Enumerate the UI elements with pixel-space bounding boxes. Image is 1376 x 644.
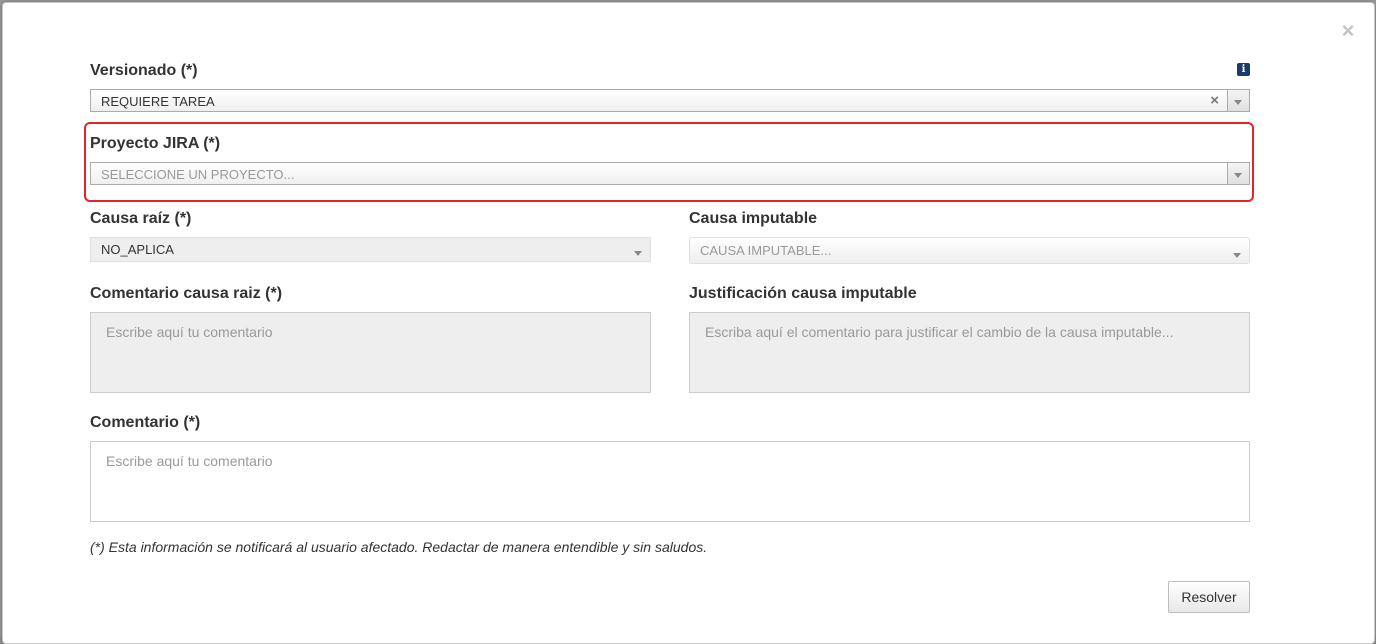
comentario-causa-raiz-textarea[interactable]: Escribe aquí tu comentario: [90, 312, 651, 393]
justificacion-placeholder: Escriba aquí el comentario para justific…: [705, 324, 1174, 340]
causa-raiz-select[interactable]: NO_APLICA: [90, 237, 651, 262]
proyecto-jira-label: Proyecto JIRA (*): [90, 135, 221, 152]
comentario-placeholder: Escribe aquí tu comentario: [106, 453, 273, 469]
causa-imputable-label: Causa imputable: [689, 210, 818, 227]
chevron-down-icon: [1234, 173, 1242, 178]
close-icon[interactable]: ×: [1339, 20, 1357, 42]
versionado-select[interactable]: REQUIERE TAREA ×: [90, 89, 1250, 112]
causa-raiz-label: Causa raíz (*): [90, 210, 192, 227]
proyecto-jira-select[interactable]: SELECCIONE UN PROYECTO...: [90, 162, 1250, 185]
proyecto-jira-placeholder: SELECCIONE UN PROYECTO...: [101, 167, 295, 182]
chevron-down-icon: [1234, 100, 1242, 105]
versionado-dropdown-toggle[interactable]: [1227, 90, 1249, 111]
versionado-label: Versionado (*): [90, 62, 198, 79]
chevron-down-icon: [1233, 253, 1241, 258]
versionado-value: REQUIERE TAREA: [101, 94, 215, 109]
comentario-textarea[interactable]: Escribe aquí tu comentario: [90, 441, 1250, 522]
comentario-causa-raiz-label: Comentario causa raiz (*): [90, 285, 283, 302]
chevron-down-icon: [634, 251, 642, 256]
clear-icon[interactable]: ×: [1210, 92, 1219, 109]
notification-note: (*) Esta información se notificará al us…: [90, 539, 708, 555]
causa-raiz-value: NO_APLICA: [101, 242, 174, 257]
comentario-causa-raiz-placeholder: Escribe aquí tu comentario: [106, 324, 273, 340]
causa-imputable-placeholder: CAUSA IMPUTABLE...: [700, 243, 832, 258]
info-icon[interactable]: i: [1237, 63, 1250, 76]
resolver-button[interactable]: Resolver: [1168, 581, 1250, 613]
comentario-label: Comentario (*): [90, 414, 201, 431]
justificacion-textarea[interactable]: Escriba aquí el comentario para justific…: [689, 312, 1250, 393]
justificacion-label: Justificación causa imputable: [689, 285, 917, 302]
causa-imputable-select[interactable]: CAUSA IMPUTABLE...: [689, 237, 1250, 264]
proyecto-jira-dropdown-toggle[interactable]: [1227, 163, 1249, 184]
